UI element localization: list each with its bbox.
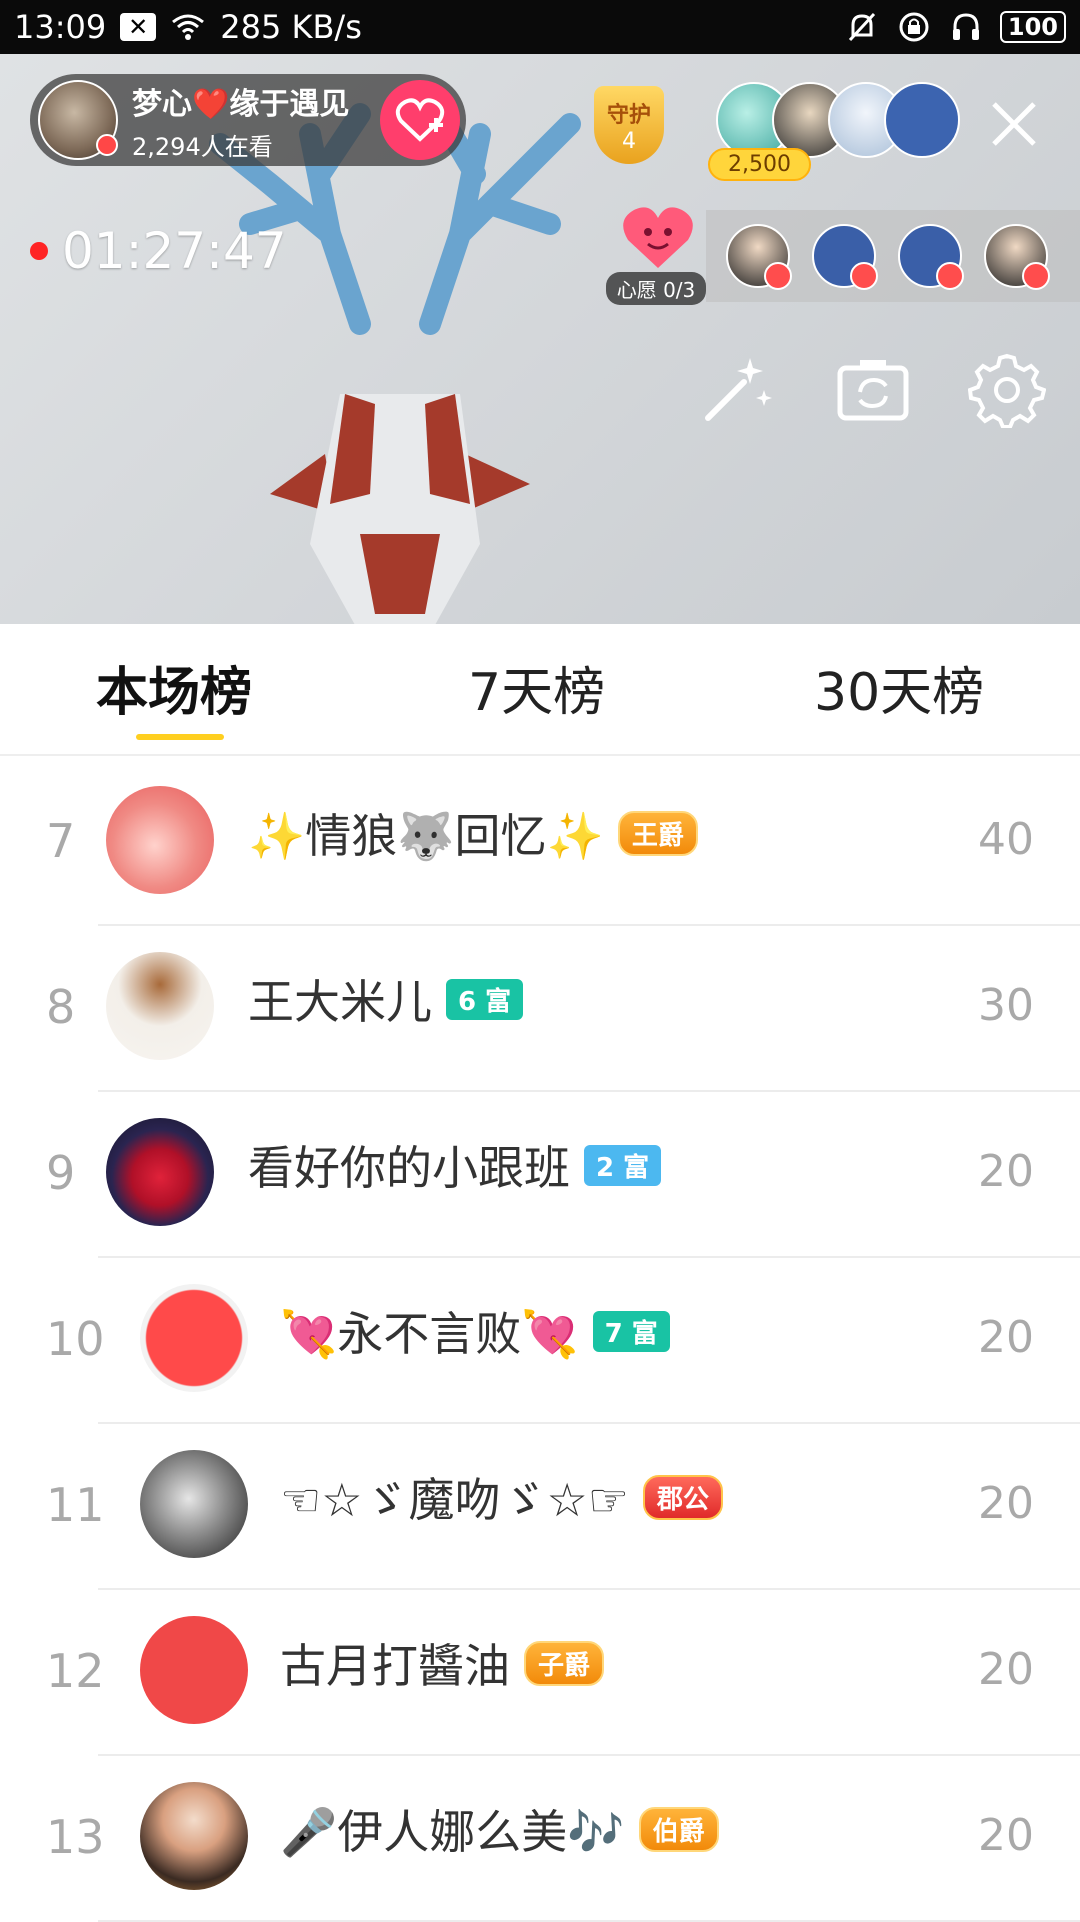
contribution-score: 40 (978, 814, 1034, 865)
ranking-tabs: 本场榜 7天榜 30天榜 (0, 624, 1080, 756)
user-avatar[interactable] (140, 1782, 248, 1890)
noble-badge: 郡公 (642, 1474, 723, 1520)
wish-button[interactable]: 心愿 0/3 (606, 202, 706, 305)
user-name: 古月打醬油 (280, 1639, 510, 1693)
network-speed: 285 KB/s (220, 8, 362, 46)
headphones-icon (948, 9, 984, 45)
live-timer: 01:27:47 (30, 222, 287, 280)
user-name: ☜☆ゞ魔吻ゞ☆☞ (280, 1473, 629, 1527)
guard-badge[interactable]: 守护 4 (584, 82, 674, 172)
rank-number: 11 (46, 1478, 105, 1532)
user-name: 王大米儿 (248, 975, 432, 1029)
wish-progress-label: 心愿 0/3 (606, 272, 706, 305)
user-name: 🎤伊人娜么美🎶 (280, 1805, 625, 1859)
wealth-level-badge: 7 富 (592, 1310, 670, 1352)
list-item[interactable]: 8 王大米儿 6 富 30 (0, 926, 1080, 1092)
ranking-list: 7 ✨情狼🐺回忆✨ 王爵 40 8 王大米儿 6 富 30 9 看好你的小跟班 … (0, 760, 1080, 1922)
heart-plus-icon (395, 98, 445, 142)
tab-30-days[interactable]: 30天榜 (814, 650, 984, 725)
follow-button[interactable] (380, 80, 460, 160)
bell-muted-icon (844, 9, 880, 45)
wealth-level-badge: 6 富 (446, 978, 524, 1020)
seat-avatar[interactable] (812, 224, 878, 290)
active-tab-indicator (136, 734, 224, 740)
rank-number: 8 (46, 980, 76, 1034)
contribution-score: 20 (978, 1312, 1034, 1363)
seat-icon (936, 262, 964, 290)
user-name: 💘永不言败💘 (280, 1307, 579, 1361)
guard-label: 守护 (606, 102, 651, 128)
host-name: 梦心❤️缘于遇见 (132, 86, 350, 122)
rank-number: 10 (46, 1312, 105, 1366)
user-avatar[interactable] (140, 1616, 248, 1724)
contribution-score: 20 (978, 1146, 1034, 1197)
switch-camera-button[interactable] (834, 350, 912, 428)
seat-icon (764, 262, 792, 290)
host-info-pill[interactable]: 梦心❤️缘于遇见 2,294人在看 (30, 74, 466, 166)
status-time: 13:09 (14, 8, 107, 46)
user-name: 看好你的小跟班 (248, 1141, 570, 1195)
lock-rotation-icon (896, 9, 932, 45)
battery-indicator: 100 (999, 11, 1066, 43)
host-avatar[interactable] (38, 80, 118, 160)
guest-seats[interactable] (706, 210, 1080, 302)
close-button[interactable] (986, 96, 1042, 152)
fan-score: 2,500 (708, 148, 811, 181)
settings-button[interactable] (967, 350, 1047, 429)
status-bar: 13:09 ✕ 285 KB/s 100 (0, 0, 1080, 54)
guard-count: 4 (622, 128, 636, 154)
beauty-button[interactable] (698, 350, 776, 428)
timer-text: 01:27:47 (62, 222, 287, 280)
gear-icon (967, 353, 1047, 429)
list-item[interactable]: 10 💘永不言败💘 7 富 20 (0, 1258, 1080, 1424)
tab-7-days[interactable]: 7天榜 (468, 650, 605, 725)
wifi-icon (170, 9, 206, 45)
noble-badge: 伯爵 (638, 1806, 719, 1852)
contribution-score: 20 (978, 1810, 1034, 1861)
switch-camera-icon (837, 360, 909, 421)
live-badge-icon (96, 134, 118, 156)
viewer-count: 2,294人在看 (132, 132, 273, 161)
rank-number: 12 (46, 1644, 105, 1698)
magic-wand-icon (705, 358, 772, 421)
contribution-score: 20 (978, 1478, 1034, 1529)
tab-current-session[interactable]: 本场榜 (96, 650, 252, 725)
top-fans-avatars[interactable] (716, 82, 960, 158)
contribution-score: 20 (978, 1644, 1034, 1695)
contribution-score: 30 (978, 980, 1034, 1031)
noble-badge: 子爵 (524, 1640, 605, 1686)
user-avatar[interactable] (106, 1118, 214, 1226)
rank-number: 7 (46, 814, 76, 868)
close-icon (992, 102, 1036, 146)
user-avatar[interactable] (106, 952, 214, 1060)
seat-avatar[interactable] (898, 224, 964, 290)
seat-icon (1022, 262, 1050, 290)
list-item[interactable]: 11 ☜☆ゞ魔吻ゞ☆☞ 郡公 20 (0, 1424, 1080, 1590)
user-avatar[interactable] (140, 1450, 248, 1558)
recording-dot-icon (30, 242, 48, 260)
fan-avatar[interactable] (884, 82, 960, 158)
noble-badge: 王爵 (617, 810, 698, 856)
list-item[interactable]: 9 看好你的小跟班 2 富 20 (0, 1092, 1080, 1258)
user-avatar[interactable] (106, 786, 214, 894)
seat-avatar[interactable] (726, 224, 792, 290)
seat-avatar[interactable] (984, 224, 1050, 290)
rank-number: 13 (46, 1810, 105, 1864)
live-video[interactable]: 梦心❤️缘于遇见 2,294人在看 守护 4 2,500 01:27:47 心愿… (0, 54, 1080, 624)
wealth-level-badge: 2 富 (584, 1144, 662, 1186)
user-name: ✨情狼🐺回忆✨ (248, 809, 604, 863)
seat-icon (850, 262, 878, 290)
notification-icon: ✕ (120, 13, 157, 41)
list-item[interactable]: 7 ✨情狼🐺回忆✨ 王爵 40 (0, 760, 1080, 926)
list-item[interactable]: 12 古月打醬油 子爵 20 (0, 1590, 1080, 1756)
smiling-heart-icon (623, 207, 693, 268)
rank-number: 9 (46, 1146, 76, 1200)
user-avatar[interactable] (140, 1284, 248, 1392)
list-item[interactable]: 13 🎤伊人娜么美🎶 伯爵 20 (0, 1756, 1080, 1922)
